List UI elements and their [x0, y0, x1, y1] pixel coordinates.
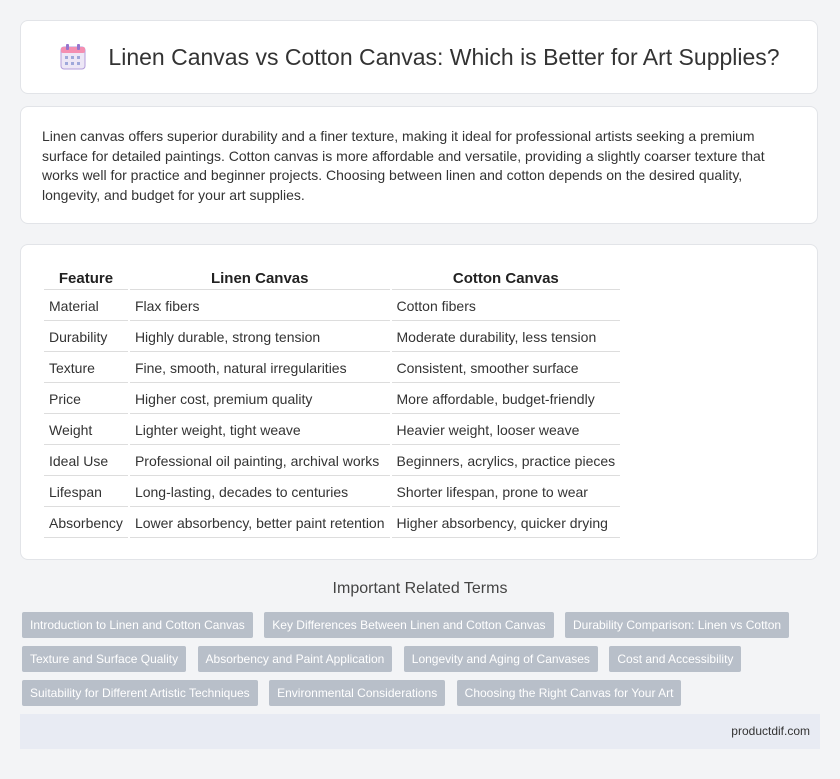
table-row: Weight Lighter weight, tight weave Heavi… [44, 416, 621, 445]
cotton-cell: Moderate durability, less tension [391, 323, 621, 352]
linen-cell: Lighter weight, tight weave [129, 416, 390, 445]
feature-cell: Price [44, 385, 128, 414]
linen-cell: Flax fibers [129, 292, 390, 321]
related-tags: Introduction to Linen and Cotton Canvas … [22, 612, 822, 714]
table-row: Ideal Use Professional oil painting, arc… [44, 447, 621, 476]
footer-site-link[interactable]: productdif.com [731, 724, 810, 738]
footer: productdif.com [20, 714, 820, 749]
related-tag[interactable]: Cost and Accessibility [609, 646, 742, 672]
linen-cell: Fine, smooth, natural irregularities [129, 354, 390, 383]
linen-cell: Higher cost, premium quality [129, 385, 390, 414]
cotton-cell: More affordable, budget-friendly [391, 385, 621, 414]
cotton-cell: Heavier weight, looser weave [391, 416, 621, 445]
comparison-table: Feature Linen Canvas Cotton Canvas Mater… [42, 265, 622, 540]
table-row: Material Flax fibers Cotton fibers [44, 292, 621, 321]
related-tag[interactable]: Environmental Considerations [269, 680, 446, 706]
related-terms-title: Important Related Terms [332, 580, 508, 597]
calendar-icon [60, 44, 86, 70]
related-tag[interactable]: Absorbency and Paint Application [197, 646, 393, 672]
intro-text: Linen canvas offers superior durability … [42, 128, 765, 203]
linen-cell: Long-lasting, decades to centuries [129, 478, 390, 507]
table-row: Price Higher cost, premium quality More … [44, 385, 621, 414]
feature-cell: Ideal Use [44, 447, 128, 476]
title-card: Linen Canvas vs Cotton Canvas: Which is … [20, 20, 818, 94]
feature-cell: Absorbency [44, 509, 128, 538]
feature-cell: Texture [44, 354, 128, 383]
cotton-cell: Beginners, acrylics, practice pieces [391, 447, 621, 476]
linen-cell: Highly durable, strong tension [129, 323, 390, 352]
page-title: Linen Canvas vs Cotton Canvas: Which is … [108, 43, 780, 70]
feature-cell: Lifespan [44, 478, 128, 507]
linen-cell: Professional oil painting, archival work… [129, 447, 390, 476]
feature-cell: Material [44, 292, 128, 321]
table-header-row: Feature Linen Canvas Cotton Canvas [44, 267, 621, 290]
table-row: Absorbency Lower absorbency, better pain… [44, 509, 621, 538]
related-tag[interactable]: Texture and Surface Quality [22, 646, 187, 672]
related-tag[interactable]: Suitability for Different Artistic Techn… [22, 680, 258, 706]
related-tag[interactable]: Key Differences Between Linen and Cotton… [264, 612, 554, 638]
feature-cell: Durability [44, 323, 128, 352]
related-tag[interactable]: Introduction to Linen and Cotton Canvas [22, 612, 253, 638]
comparison-table-card: Feature Linen Canvas Cotton Canvas Mater… [20, 244, 818, 560]
header-feature: Feature [44, 267, 128, 290]
header-linen: Linen Canvas [129, 267, 390, 290]
linen-cell: Lower absorbency, better paint retention [129, 509, 390, 538]
related-tag[interactable]: Choosing the Right Canvas for Your Art [456, 680, 682, 706]
header-cotton: Cotton Canvas [391, 267, 621, 290]
table-row: Lifespan Long-lasting, decades to centur… [44, 478, 621, 507]
cotton-cell: Consistent, smoother surface [391, 354, 621, 383]
related-tag[interactable]: Durability Comparison: Linen vs Cotton [565, 612, 790, 638]
cotton-cell: Shorter lifespan, prone to wear [391, 478, 621, 507]
feature-cell: Weight [44, 416, 128, 445]
related-tag[interactable]: Longevity and Aging of Canvases [403, 646, 598, 672]
cotton-cell: Higher absorbency, quicker drying [391, 509, 621, 538]
table-row: Durability Highly durable, strong tensio… [44, 323, 621, 352]
intro-card: Linen canvas offers superior durability … [20, 106, 818, 224]
table-row: Texture Fine, smooth, natural irregulari… [44, 354, 621, 383]
cotton-cell: Cotton fibers [391, 292, 621, 321]
